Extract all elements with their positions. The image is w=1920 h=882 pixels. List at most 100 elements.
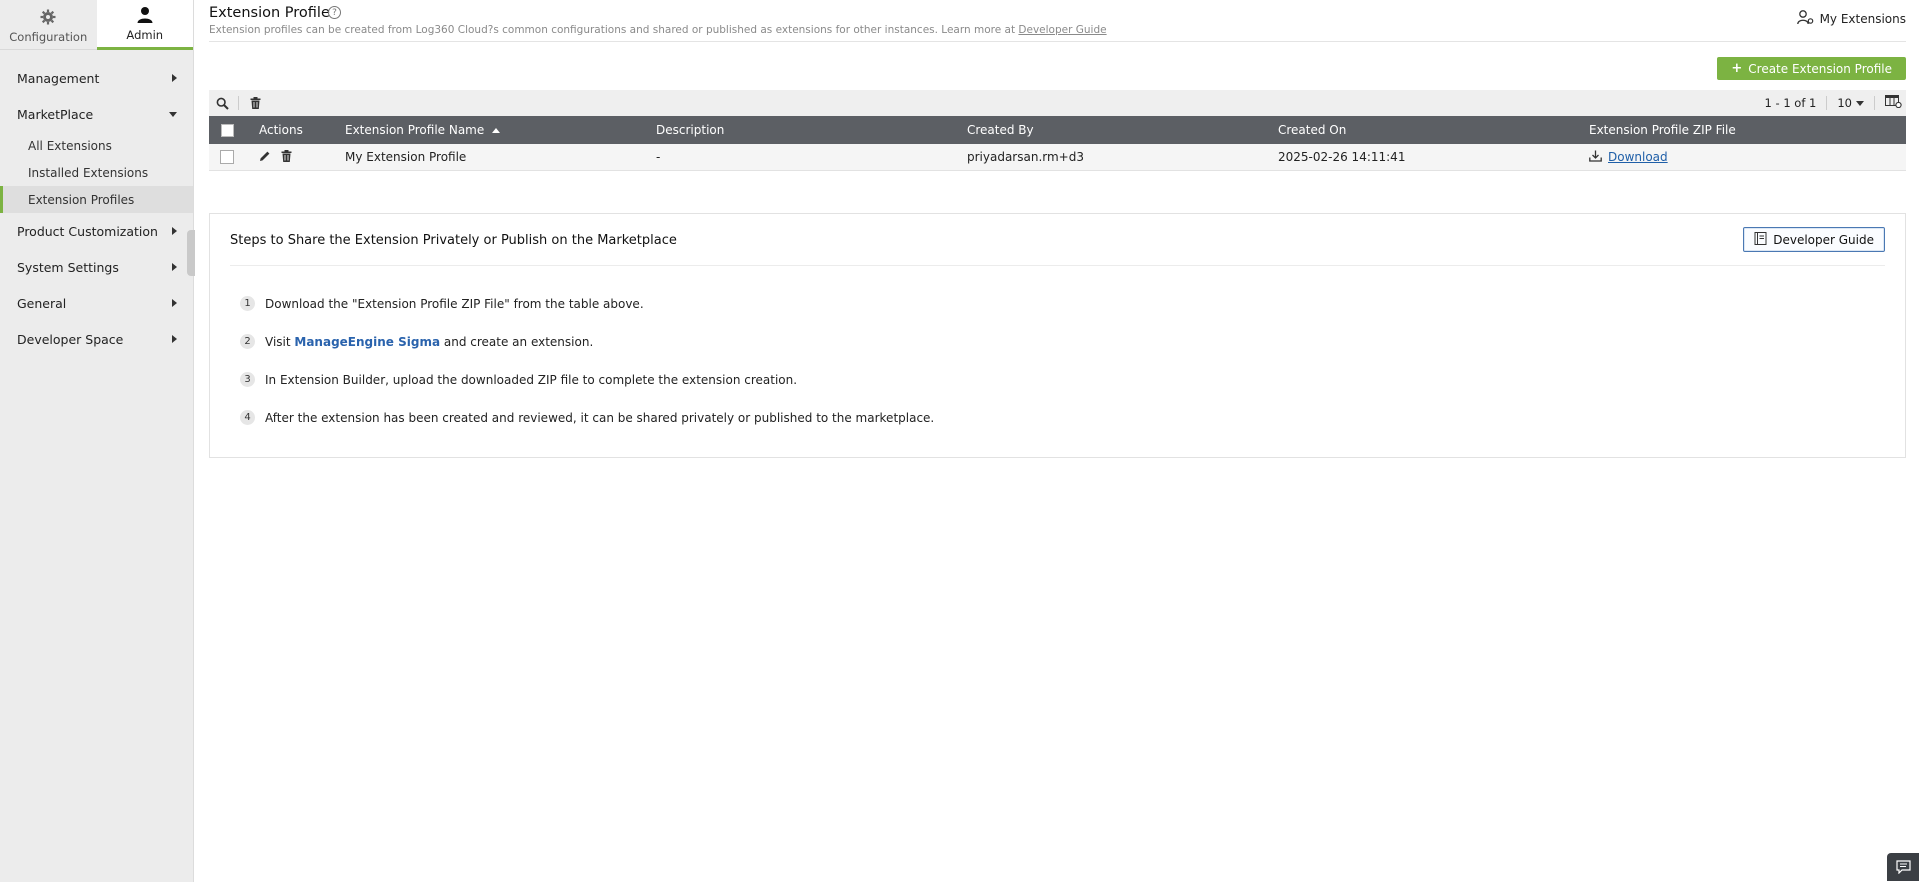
user-icon [135, 5, 155, 25]
pagination: 1 - 1 of 1 10 [1765, 90, 1906, 116]
plus-icon: + [1731, 61, 1743, 76]
caret-down-icon [1856, 101, 1864, 106]
sidebar-item-system-settings[interactable]: System Settings [0, 249, 193, 285]
step-item: 4 After the extension has been created a… [240, 410, 934, 425]
tab-admin-label: Admin [126, 28, 164, 42]
step-text: Download the "Extension Profile ZIP File… [265, 296, 644, 311]
page-size-value: 10 [1837, 96, 1852, 110]
step-item: 3 In Extension Builder, upload the downl… [240, 372, 797, 387]
sidebar-collapse-handle[interactable] [187, 230, 195, 276]
chevron-right-icon [172, 299, 177, 307]
chevron-right-icon [172, 74, 177, 82]
user-settings-icon [1796, 10, 1814, 28]
row-checkbox-cell [209, 150, 245, 164]
page-subtitle: Extension profiles can be created from L… [209, 24, 1107, 36]
main-content: Extension Profile ? Extension profiles c… [209, 0, 1906, 458]
step-text: After the extension has been created and… [265, 410, 935, 425]
developer-guide-link[interactable]: Developer Guide [1018, 24, 1106, 36]
sidebar-subitem-installed-extensions[interactable]: Installed Extensions [0, 159, 193, 186]
book-icon [1754, 231, 1767, 248]
pager-divider [1826, 96, 1828, 110]
share-steps-panel: Steps to Share the Extension Privately o… [209, 213, 1906, 458]
sidebar-item-label: Management [17, 70, 100, 86]
step-number: 2 [240, 334, 255, 349]
subtitle-text: Extension profiles can be created from L… [209, 24, 1019, 36]
chat-icon[interactable] [1887, 853, 1919, 881]
column-header-description: Description [656, 123, 725, 137]
sidebar-subitem-all-extensions[interactable]: All Extensions [0, 132, 193, 159]
page-size-select[interactable]: 10 [1837, 96, 1864, 110]
column-header-created-on: Created On [1278, 123, 1347, 137]
toolbar-divider [238, 96, 239, 110]
download-link[interactable]: Download [1608, 150, 1668, 164]
sidebar-item-label: Developer Space [17, 331, 124, 347]
sidebar-item-label: MarketPlace [17, 106, 94, 122]
sidebar-item-label: Product Customization [17, 223, 158, 239]
cell-profile-name: My Extension Profile [345, 150, 467, 164]
developer-guide-label: Developer Guide [1773, 232, 1874, 247]
chevron-right-icon [172, 335, 177, 343]
sidebar-subitem-extension-profiles[interactable]: Extension Profiles [0, 186, 193, 213]
step-item: 2 Visit ManageEngine Sigma and create an… [240, 334, 593, 349]
sidebar-item-management[interactable]: Management [0, 60, 193, 96]
column-header-name[interactable]: Extension Profile Name [345, 123, 656, 137]
gear-icon [38, 7, 58, 27]
cell-description: - [656, 150, 661, 164]
my-extensions-button[interactable]: My Extensions [1796, 10, 1906, 28]
chevron-down-icon [169, 111, 177, 117]
column-header-actions: Actions [259, 123, 303, 137]
step-text-pre: Visit [265, 334, 295, 349]
sidebar: Configuration Admin Management MarketPla… [0, 0, 195, 882]
sidebar-item-label: System Settings [17, 259, 119, 275]
table-row: My Extension Profile - priyadarsan.rm+d3… [209, 144, 1906, 171]
column-settings-icon[interactable] [1885, 95, 1906, 111]
sidebar-item-marketplace[interactable]: MarketPlace [0, 96, 193, 132]
share-steps-title: Steps to Share the Extension Privately o… [230, 233, 677, 248]
sort-ascending-icon [492, 127, 501, 133]
sidebar-item-label: General [17, 295, 67, 311]
chevron-right-icon [172, 263, 177, 271]
extension-profiles-table: Actions Extension Profile Name Descripti… [209, 116, 1906, 171]
sidebar-subitem-label: Extension Profiles [28, 192, 135, 207]
developer-guide-button[interactable]: Developer Guide [1743, 227, 1885, 252]
select-all-cell [209, 123, 245, 137]
create-extension-profile-label: Create Extension Profile [1748, 61, 1892, 76]
cell-created-by: priyadarsan.rm+d3 [967, 150, 1084, 164]
column-header-zip-file: Extension Profile ZIP File [1589, 123, 1736, 137]
tab-configuration-label: Configuration [9, 29, 88, 44]
step-number: 4 [240, 410, 255, 425]
share-steps-header: Steps to Share the Extension Privately o… [230, 214, 1885, 266]
trash-icon[interactable] [242, 90, 268, 116]
tab-configuration[interactable]: Configuration [0, 0, 97, 50]
sidebar-tabs: Configuration Admin [0, 0, 193, 50]
sidebar-subitem-label: Installed Extensions [28, 165, 149, 180]
download-icon [1589, 150, 1602, 165]
edit-icon[interactable] [259, 150, 271, 165]
step-item: 1 Download the "Extension Profile ZIP Fi… [240, 296, 644, 311]
create-extension-profile-button[interactable]: + Create Extension Profile [1717, 57, 1906, 80]
page-title: Extension Profile [209, 5, 330, 21]
row-checkbox[interactable] [220, 150, 234, 164]
pagination-range: 1 - 1 of 1 [1764, 96, 1817, 110]
table-header: Actions Extension Profile Name Descripti… [209, 116, 1906, 144]
tab-admin[interactable]: Admin [96, 0, 193, 50]
sidebar-subitem-label: All Extensions [28, 138, 112, 153]
select-all-checkbox[interactable] [220, 123, 234, 137]
delete-icon[interactable] [281, 149, 292, 165]
table-toolbar: 1 - 1 of 1 10 [209, 90, 1906, 116]
page-header: Extension Profile ? Extension profiles c… [209, 0, 1906, 42]
help-icon[interactable]: ? [328, 6, 341, 19]
sidebar-item-product-customization[interactable]: Product Customization [0, 213, 193, 249]
row-actions [245, 149, 345, 165]
cell-zip-file: Download [1589, 150, 1906, 165]
cell-created-on: 2025-02-26 14:11:41 [1278, 150, 1406, 164]
step-number: 1 [240, 296, 255, 311]
column-header-name-label: Extension Profile Name [345, 123, 485, 137]
manageengine-sigma-link[interactable]: ManageEngine Sigma [294, 335, 440, 349]
column-header-created-by: Created By [967, 123, 1034, 137]
pager-divider [1874, 96, 1875, 110]
search-icon[interactable] [209, 90, 235, 116]
sidebar-item-developer-space[interactable]: Developer Space [0, 321, 193, 357]
sidebar-nav: Management MarketPlace All Extensions In… [0, 50, 193, 357]
sidebar-item-general[interactable]: General [0, 285, 193, 321]
